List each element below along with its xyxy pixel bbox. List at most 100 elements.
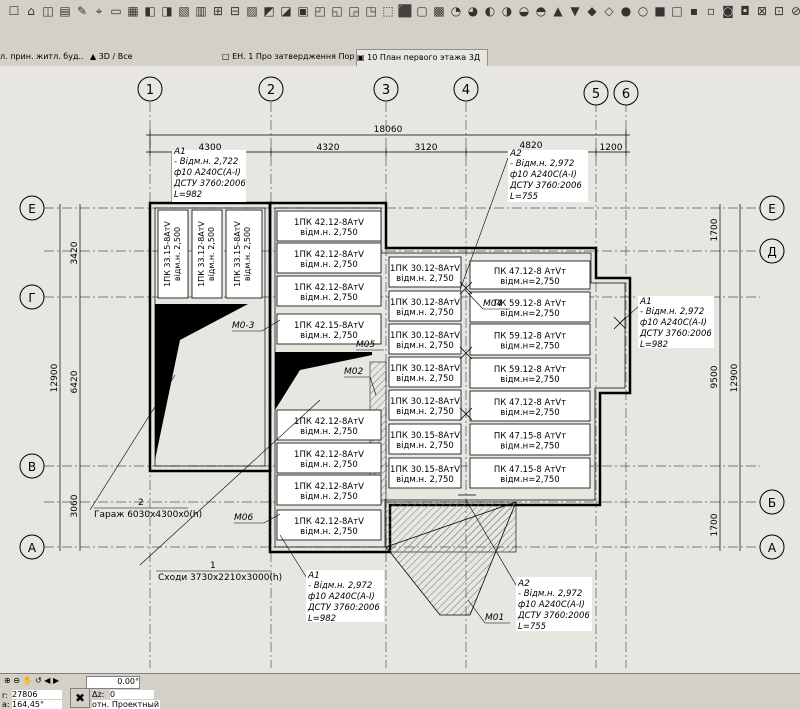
dz-value[interactable]: 0 (110, 690, 154, 699)
slab-level: відм.н. 2,750 (396, 274, 454, 284)
toolbar-tool-icon[interactable]: ◇ (601, 3, 617, 19)
toolbar-tool-icon[interactable]: ◒ (516, 3, 532, 19)
dz-label: Δz: (92, 690, 105, 699)
toolbar-tool-icon[interactable]: ▢ (414, 3, 430, 19)
slabs-column-3: 1ПК 30.12-8АтVвідм.н. 2,7501ПК 30.12-8Ат… (388, 256, 462, 489)
callout-line: ДСТУ 3760:2006 (307, 603, 380, 613)
callout-tag: А1 (639, 297, 652, 307)
toolbar-tool-icon[interactable]: ■ (652, 3, 668, 19)
toolbar-tool-icon[interactable]: ◧ (142, 3, 158, 19)
slab-label: 1ПК 42.12-8АтV (294, 283, 364, 293)
grid-row-label: Е (28, 202, 36, 216)
toolbar-tool-icon[interactable]: ⌂ (23, 3, 39, 19)
toolbar-tool-icon[interactable]: ☐ (6, 3, 22, 19)
toolbar-tool-icon[interactable]: ▨ (244, 3, 260, 19)
toolbar-tool-icon[interactable]: ◳ (363, 3, 379, 19)
slab-label: 1ПК 33.12-8АтV (197, 221, 206, 287)
drawing-canvas[interactable]: 1 2 3 4 5 6 Е Е Д Г В Б А А 18060 4300 4… (0, 66, 800, 673)
toolbar-tool-icon[interactable]: ◓ (533, 3, 549, 19)
toolbar-tool-icon[interactable]: ◔ (448, 3, 464, 19)
toolbar-tool-icon[interactable]: ▫ (703, 3, 719, 19)
tab-floor-plan[interactable]: ▣ 10 План первого этажа 3Д (356, 49, 488, 66)
slab-label: 1ПК 42.12-8АтV (294, 218, 364, 228)
slab-level: відм.н. 2,500 (207, 227, 216, 281)
toolbar-tool-icon[interactable]: ◩ (261, 3, 277, 19)
slab-label: ПК 59.12-8 АтVт (494, 365, 566, 375)
slab-label: 1ПК 33.15-8АтV (163, 221, 172, 287)
dim-text: 12900 (730, 363, 740, 392)
grid-col-label: 6 (622, 87, 630, 102)
toolbar-tool-icon[interactable]: ⌖ (91, 3, 107, 19)
toolbar-tool-icon[interactable]: ◆ (584, 3, 600, 19)
callout-a1-top: А1 - Відм.н. 2,722 ф10 А240С(А-І) ДСТУ 3… (172, 147, 246, 202)
tab-label: л. прин. житл. буд.... (0, 52, 84, 61)
toolbar-tool-icon[interactable]: ◫ (40, 3, 56, 19)
toolbar-tool-icon[interactable]: ▼ (567, 3, 583, 19)
zoom-controls[interactable]: ⊕ ⊖ ✋ ↺ ◀ ▶ (4, 676, 59, 685)
toolbar-tool-icon[interactable]: ⬚ (380, 3, 396, 19)
tab-document[interactable]: □ ЕН. 1 Про затвердження Пор... (222, 49, 354, 65)
callout-tag: А2 (509, 149, 522, 159)
slab-label: 1ПК 42.12-8АтV (294, 482, 364, 492)
toolbar-tool-icon[interactable]: ◐ (482, 3, 498, 19)
snap-toggle-icon[interactable]: ✖ (70, 688, 90, 708)
callout-line: L=755 (518, 622, 546, 632)
dim-text: 6420 (70, 370, 80, 393)
callout-line: ф10 А240С(А-І) (510, 170, 577, 180)
slab-label: 1ПК 42.12-8АтV (294, 250, 364, 260)
slab-label: ПК 59.12-8 АтVт (494, 332, 566, 342)
toolbar-tool-icon[interactable]: ▩ (431, 3, 447, 19)
tab-label: 10 План первого этажа 3Д (367, 53, 481, 62)
toolbar-tool-icon[interactable]: ⊞ (210, 3, 226, 19)
toolbar-tool-icon[interactable]: ◑ (499, 3, 515, 19)
toolbar-tool-icon[interactable]: ▭ (108, 3, 124, 19)
toolbar-tool-icon[interactable]: ● (618, 3, 634, 19)
slab-level: відм.н=2,750 (500, 475, 559, 485)
toolbar-tool-icon[interactable]: ▣ (295, 3, 311, 19)
toolbar-tool-icon[interactable]: ▥ (193, 3, 209, 19)
callout-line: ф10 А240С(А-І) (308, 592, 375, 602)
slab-level: відм.н. 2,750 (300, 228, 358, 238)
toolbar-tool-icon[interactable]: ⊘ (788, 3, 800, 19)
toolbar-tool-icon[interactable]: ▧ (176, 3, 192, 19)
slab-label: 1ПК 30.12-8АтV (390, 364, 460, 374)
beam-label: М06 (234, 513, 253, 523)
grid-row-label: Г (28, 291, 35, 305)
toolbar-tool-icon[interactable]: ⊟ (227, 3, 243, 19)
toolbar-tool-icon[interactable]: ⊡ (771, 3, 787, 19)
r-value[interactable]: 27806 (12, 690, 62, 699)
toolbar-tool-icon[interactable]: ▦ (125, 3, 141, 19)
dim-text: 4320 (317, 143, 340, 153)
slab-level: відм.н. 2,750 (300, 492, 358, 502)
slab-level: відм.н=2,750 (500, 342, 559, 352)
toolbar-tool-icon[interactable]: ◲ (346, 3, 362, 19)
toolbar-tool-icon[interactable]: ▪ (686, 3, 702, 19)
toolbar-tool-icon[interactable]: ◱ (329, 3, 345, 19)
toolbar-tool-icon[interactable]: ◰ (312, 3, 328, 19)
dim-text: 1700 (710, 513, 720, 536)
slab-level: відм.н. 2,750 (396, 475, 454, 485)
callout-line: ДСТУ 3760:2006 (173, 179, 246, 189)
toolbar-tool-icon[interactable]: ◕ (465, 3, 481, 19)
toolbar-tool-icon[interactable]: ▤ (57, 3, 73, 19)
toolbar-tool-icon[interactable]: ✎ (74, 3, 90, 19)
toolbar-tool-icon[interactable]: ○ (635, 3, 651, 19)
toolbar-tool-icon[interactable]: ◪ (278, 3, 294, 19)
tab-3d[interactable]: ▲ 3D / Все (90, 49, 220, 65)
angle-field[interactable]: 0.00° (86, 676, 140, 689)
toolbar-tool-icon[interactable]: ◘ (737, 3, 753, 19)
slab-level: відм.н. 2,750 (396, 407, 454, 417)
toolbar-tool-icon[interactable]: ◙ (720, 3, 736, 19)
toolbar-tool-icon[interactable]: ▲ (550, 3, 566, 19)
toolbar-tool-icon[interactable]: ⊠ (754, 3, 770, 19)
toolbar-tool-icon[interactable]: □ (669, 3, 685, 19)
slabs-column-4: ПК 47.12-8 АтVтвідм.н=2,750ПК 59.12-8 Ат… (469, 260, 591, 489)
tab-residential-plan[interactable]: л. прин. житл. буд.... (0, 49, 84, 65)
toolbar-tool-icon[interactable]: ◨ (159, 3, 175, 19)
cube-icon: ▲ (90, 52, 97, 61)
slab-level: відм.н=2,750 (500, 309, 559, 319)
grid-col-label: 1 (146, 83, 154, 98)
callout-a1-right: А1 - Відм.н. 2,972 ф10 А240С(А-І) ДСТУ 3… (638, 296, 714, 350)
grid-col-label: 4 (462, 83, 470, 98)
toolbar-tool-icon[interactable]: ⬛ (397, 3, 413, 19)
